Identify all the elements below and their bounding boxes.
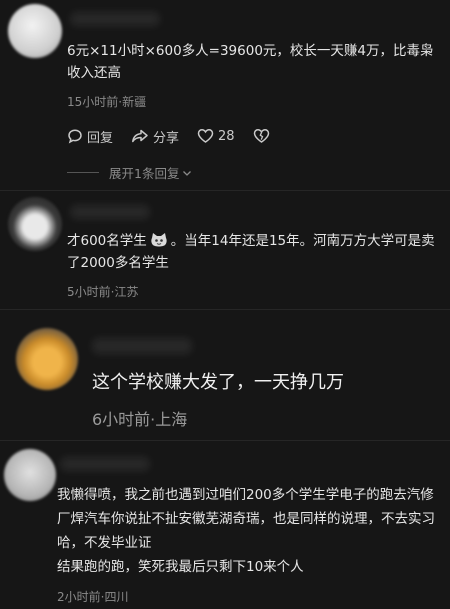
comment-meta: 15小时前·新疆 xyxy=(67,95,147,109)
comment-text: 这个学校赚大发了，一天挣几万 xyxy=(92,372,344,393)
reply-label: 回复 xyxy=(87,130,114,146)
avatar[interactable] xyxy=(8,197,62,251)
comment-meta: 6小时前·上海 xyxy=(92,410,188,429)
avatar[interactable] xyxy=(16,328,78,390)
username-blurred[interactable] xyxy=(92,338,192,354)
heart-icon xyxy=(197,129,214,143)
username-blurred[interactable] xyxy=(70,12,160,26)
share-label: 分享 xyxy=(153,130,180,146)
like-button[interactable]: 28 xyxy=(197,128,235,144)
comment-meta: 2小时前·四川 xyxy=(57,590,129,604)
username-blurred[interactable] xyxy=(70,205,150,219)
comment-2: 才600名学生 。当年14年还是15年。河南万方大学可是卖了2000多名学生 5小… xyxy=(0,191,450,309)
username-blurred[interactable] xyxy=(60,457,150,471)
comment-3: 这个学校赚大发了，一天挣几万 6小时前·上海 xyxy=(0,310,450,440)
comment-text: 我懒得喷，我之前也遇到过咱们200多个学生学电子的跑去汽修厂焊汽车你说扯不扯安徽… xyxy=(57,487,435,575)
comment-actions: 回复 分享 28 xyxy=(67,127,292,146)
divider-line xyxy=(67,172,99,173)
like-count: 28 xyxy=(218,128,235,144)
share-button[interactable]: 分享 xyxy=(131,127,179,146)
cat-face-emoji-icon xyxy=(151,233,167,247)
comment-text: 才600名学生 。当年14年还是15年。河南万方大学可是卖了2000多名学生 xyxy=(67,230,439,274)
comment-4: 我懒得喷，我之前也遇到过咱们200多个学生学电子的跑去汽修厂焊汽车你说扯不扯安徽… xyxy=(0,441,450,609)
comment-meta: 5小时前·江苏 xyxy=(67,285,139,299)
expand-replies-button[interactable]: 展开1条回复 xyxy=(67,163,193,182)
reply-button[interactable]: 回复 xyxy=(67,127,113,146)
broken-heart-icon xyxy=(253,129,269,143)
avatar[interactable] xyxy=(8,4,62,58)
expand-label: 展开1条回复 xyxy=(109,166,180,181)
chevron-down-icon xyxy=(183,170,192,176)
comment-text-part-1: 才600名学生 xyxy=(67,233,147,249)
comment-1: 6元×11小时×600多人=39600元，校长一天赚4万，比毒枭收入还高 15小… xyxy=(0,0,450,190)
avatar[interactable] xyxy=(4,449,56,501)
share-arrow-icon xyxy=(132,129,148,143)
comment-bubble-icon xyxy=(68,129,82,144)
dislike-button[interactable] xyxy=(253,128,274,144)
comment-text: 6元×11小时×600多人=39600元，校长一天赚4万，比毒枭收入还高 xyxy=(67,43,434,81)
